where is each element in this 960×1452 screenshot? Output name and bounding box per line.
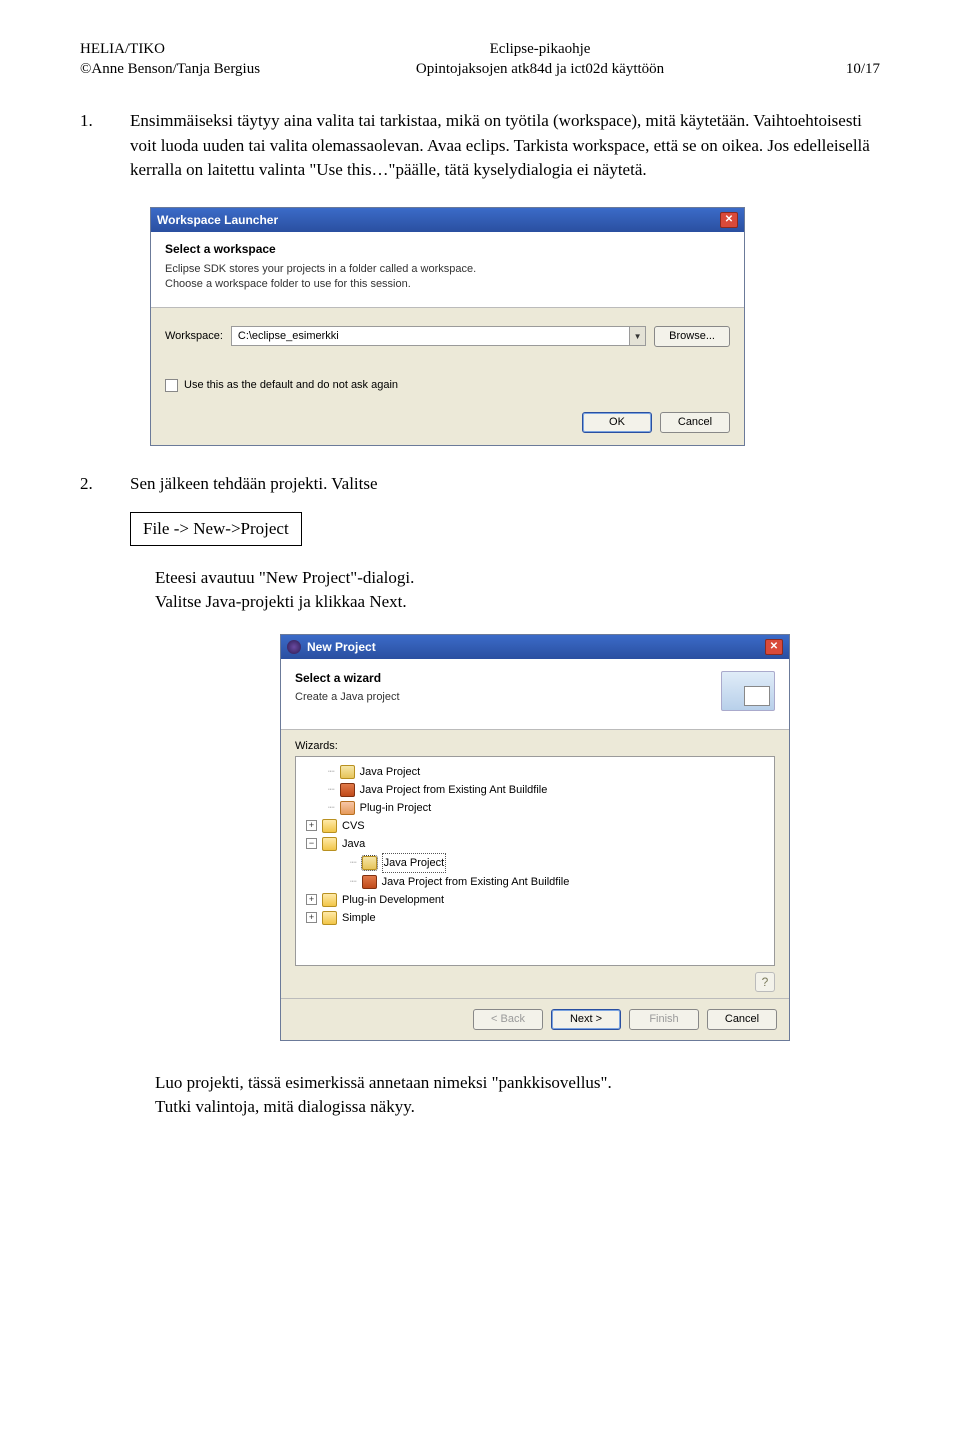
new-project-titlebar[interactable]: New Project ✕ bbox=[281, 635, 789, 659]
menu-command-box: File -> New->Project bbox=[130, 512, 302, 546]
folder-icon bbox=[322, 893, 337, 907]
paragraph-1-number: 1. bbox=[80, 109, 102, 183]
wizards-label: Wizards: bbox=[295, 740, 775, 752]
page-root: HELIA/TIKO ©Anne Benson/Tanja Bergius Ec… bbox=[0, 0, 960, 1179]
header-right: 10/17 bbox=[820, 40, 880, 79]
tree-label: CVS bbox=[342, 817, 365, 835]
back-button: < Back bbox=[473, 1009, 543, 1030]
new-project-body: Wizards: ┈ Java Project ┈ Java Project f… bbox=[281, 730, 789, 998]
collapse-icon[interactable]: − bbox=[306, 838, 317, 849]
use-default-label: Use this as the default and do not ask a… bbox=[184, 379, 398, 391]
page-number: 10/17 bbox=[820, 60, 880, 80]
close-icon[interactable]: ✕ bbox=[765, 639, 783, 655]
tree-item-plugin-dev[interactable]: + Plug-in Development bbox=[300, 891, 770, 909]
tree-item-java-project-ant[interactable]: ┈ Java Project from Existing Ant Buildfi… bbox=[300, 781, 770, 799]
header-authors: ©Anne Benson/Tanja Bergius bbox=[80, 60, 260, 80]
workspace-row: Workspace: ▼ Browse... bbox=[165, 326, 730, 347]
ant-project-icon bbox=[362, 875, 377, 889]
footer-line-1: Luo projekti, tässä esimerkissä annetaan… bbox=[155, 1071, 880, 1095]
new-project-dialog: New Project ✕ Select a wizard Create a J… bbox=[280, 634, 790, 1041]
ok-button[interactable]: OK bbox=[582, 412, 652, 433]
footer-line-2: Tutki valintoja, mitä dialogissa näkyy. bbox=[155, 1095, 880, 1119]
tree-label: Java Project from Existing Ant Buildfile bbox=[382, 873, 570, 891]
header-left: HELIA/TIKO ©Anne Benson/Tanja Bergius bbox=[80, 40, 260, 79]
paragraph-2: 2. Sen jälkeen tehdään projekti. Valitse bbox=[80, 472, 880, 497]
indent-line-1: Eteesi avautuu "New Project"-dialogi. bbox=[155, 566, 880, 590]
use-default-row[interactable]: Use this as the default and do not ask a… bbox=[165, 379, 730, 392]
indent-line-2: Valitse Java-projekti ja klikkaa Next. bbox=[155, 590, 880, 614]
indent-block: Eteesi avautuu "New Project"-dialogi. Va… bbox=[155, 566, 880, 614]
cancel-button[interactable]: Cancel bbox=[660, 412, 730, 433]
help-icon[interactable]: ? bbox=[755, 972, 775, 992]
finish-button: Finish bbox=[629, 1009, 699, 1030]
workspace-combo[interactable]: ▼ bbox=[231, 326, 646, 346]
folder-icon bbox=[322, 819, 337, 833]
select-wizard-title: Select a wizard bbox=[295, 671, 400, 685]
eclipse-icon bbox=[287, 640, 301, 654]
tree-item-plugin-project[interactable]: ┈ Plug-in Project bbox=[300, 799, 770, 817]
wizards-tree[interactable]: ┈ Java Project ┈ Java Project from Exist… bbox=[295, 756, 775, 966]
tree-item-java-project[interactable]: ┈ Java Project bbox=[300, 763, 770, 781]
workspace-launcher-dialog: Workspace Launcher ✕ Select a workspace … bbox=[150, 207, 745, 446]
help-row: ? bbox=[295, 966, 775, 992]
new-project-title: New Project bbox=[307, 640, 376, 654]
folder-icon bbox=[322, 837, 337, 851]
java-project-icon bbox=[340, 765, 355, 779]
expand-icon[interactable]: + bbox=[306, 820, 317, 831]
tree-label: Plug-in Project bbox=[360, 799, 432, 817]
header-course: Opintojaksojen atk84d ja ict02d käyttöön bbox=[260, 60, 820, 80]
expand-icon[interactable]: + bbox=[306, 912, 317, 923]
tree-label: Java bbox=[342, 835, 365, 853]
paragraph-1-text: Ensimmäiseksi täytyy aina valita tai tar… bbox=[130, 109, 880, 183]
tree-label-selected: Java Project bbox=[382, 853, 447, 873]
tree-item-cvs[interactable]: + CVS bbox=[300, 817, 770, 835]
paragraph-2-number: 2. bbox=[80, 472, 102, 497]
select-workspace-sub1: Eclipse SDK stores your projects in a fo… bbox=[165, 262, 730, 277]
chevron-down-icon[interactable]: ▼ bbox=[629, 327, 645, 345]
cancel-button[interactable]: Cancel bbox=[707, 1009, 777, 1030]
tree-item-java[interactable]: − Java bbox=[300, 835, 770, 853]
paragraph-2-text: Sen jälkeen tehdään projekti. Valitse bbox=[130, 472, 880, 497]
tree-item-java-project-selected[interactable]: ┈ Java Project bbox=[300, 853, 770, 873]
tree-item-java-project-ant-2[interactable]: ┈ Java Project from Existing Ant Buildfi… bbox=[300, 873, 770, 891]
new-project-button-bar: < Back Next > Finish Cancel bbox=[281, 998, 789, 1040]
tree-label: Java Project from Existing Ant Buildfile bbox=[360, 781, 548, 799]
tree-label: Simple bbox=[342, 909, 376, 927]
workspace-launcher-title: Workspace Launcher bbox=[157, 213, 278, 227]
select-wizard-sub: Create a Java project bbox=[295, 691, 400, 703]
workspace-launcher-button-row: OK Cancel bbox=[165, 406, 730, 433]
ant-project-icon bbox=[340, 783, 355, 797]
page-header: HELIA/TIKO ©Anne Benson/Tanja Bergius Ec… bbox=[80, 40, 880, 79]
close-icon[interactable]: ✕ bbox=[720, 212, 738, 228]
java-project-icon bbox=[362, 856, 377, 870]
header-doc-title: Eclipse-pikaohje bbox=[260, 40, 820, 60]
expand-icon[interactable]: + bbox=[306, 894, 317, 905]
tree-label: Plug-in Development bbox=[342, 891, 444, 909]
select-workspace-sub2: Choose a workspace folder to use for thi… bbox=[165, 277, 730, 292]
workspace-launcher-header-area: Select a workspace Eclipse SDK stores yo… bbox=[151, 232, 744, 308]
browse-button[interactable]: Browse... bbox=[654, 326, 730, 347]
header-org: HELIA/TIKO bbox=[80, 40, 260, 60]
workspace-label: Workspace: bbox=[165, 330, 223, 342]
workspace-launcher-body: Workspace: ▼ Browse... Use this as the d… bbox=[151, 308, 744, 445]
tree-label: Java Project bbox=[360, 763, 421, 781]
workspace-input[interactable] bbox=[232, 327, 629, 345]
next-button[interactable]: Next > bbox=[551, 1009, 621, 1030]
workspace-launcher-titlebar[interactable]: Workspace Launcher ✕ bbox=[151, 208, 744, 232]
use-default-checkbox[interactable] bbox=[165, 379, 178, 392]
tree-item-simple[interactable]: + Simple bbox=[300, 909, 770, 927]
paragraph-1: 1. Ensimmäiseksi täytyy aina valita tai … bbox=[80, 109, 880, 183]
plugin-project-icon bbox=[340, 801, 355, 815]
header-center: Eclipse-pikaohje Opintojaksojen atk84d j… bbox=[260, 40, 820, 79]
wizard-banner-icon bbox=[721, 671, 775, 711]
footer-block: Luo projekti, tässä esimerkissä annetaan… bbox=[155, 1071, 880, 1119]
select-workspace-title: Select a workspace bbox=[165, 242, 730, 256]
folder-icon bbox=[322, 911, 337, 925]
new-project-header: Select a wizard Create a Java project bbox=[281, 659, 789, 730]
